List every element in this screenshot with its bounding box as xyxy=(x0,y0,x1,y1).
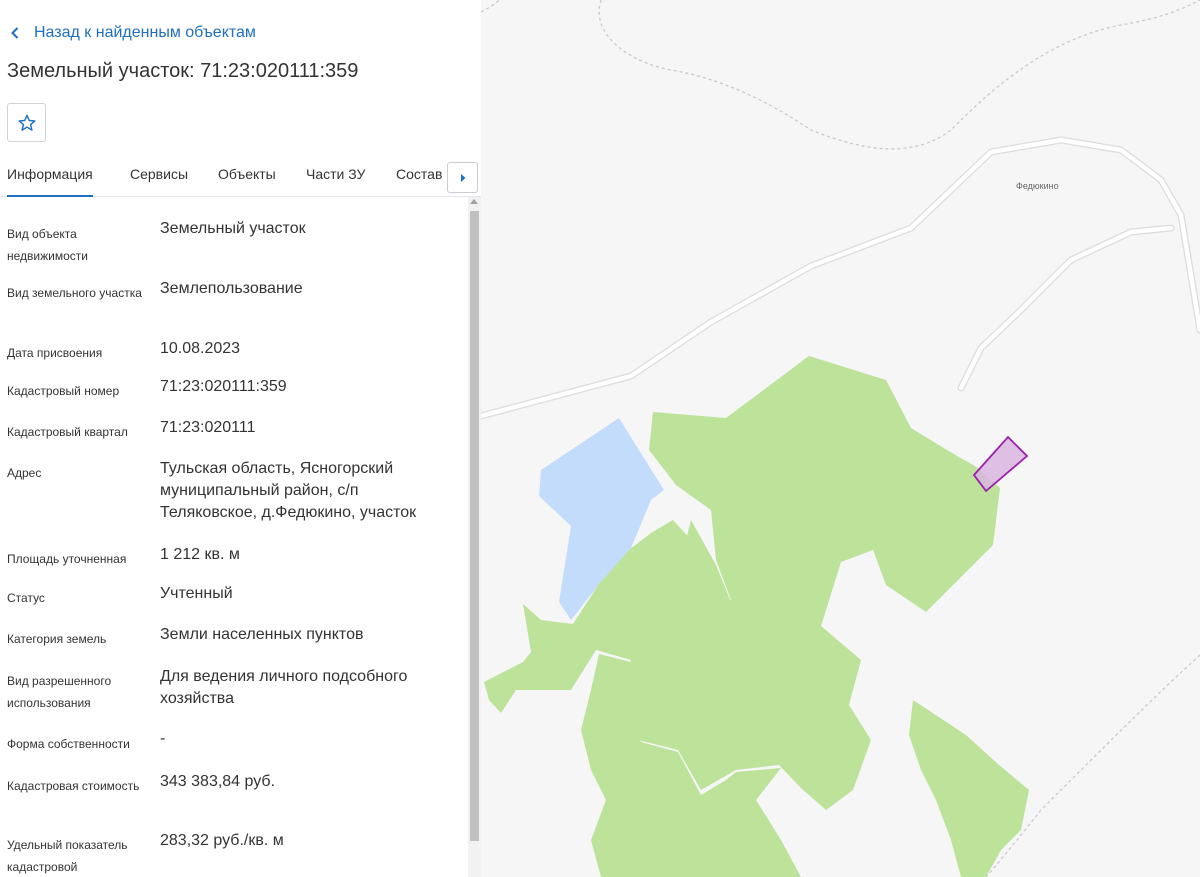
field-value: 283,32 руб./кв. м xyxy=(160,832,284,849)
page-title: Земельный участок: 71:23:020111:359 xyxy=(7,60,359,82)
place-label: Федюкино xyxy=(1016,181,1059,191)
field-value: Для ведения личного подсобного хозяйства xyxy=(160,668,408,707)
field-label: Адрес xyxy=(7,466,42,480)
scrollbar-thumb[interactable] xyxy=(470,211,479,841)
field-value: 71:23:020111 xyxy=(160,419,256,436)
field-value: - xyxy=(160,730,166,747)
field-label: Кадастровая стоимость xyxy=(7,779,140,793)
star-icon xyxy=(17,114,36,131)
info-panel: Назад к найденным объектам Земельный уча… xyxy=(0,0,481,877)
forest-area xyxy=(909,700,1029,877)
field-value: 1 212 кв. м xyxy=(160,546,240,563)
field-label: Кадастровый номер xyxy=(7,384,120,398)
tab-objects[interactable]: Объекты xyxy=(218,152,276,195)
field-value: Землепользование xyxy=(160,280,303,297)
field-value: 10.08.2023 xyxy=(160,340,241,357)
boundary-line xyxy=(985,654,1200,877)
tabs-bar: Информация Сервисы Объекты Части ЗУ Сост… xyxy=(0,152,481,197)
boundary-line xyxy=(481,0,500,13)
back-link-label: Назад к найденным объектам xyxy=(34,24,256,41)
field-label: Статус xyxy=(7,591,45,605)
tab-parcel-parts[interactable]: Части ЗУ xyxy=(306,152,365,195)
field-label: Площадь уточненная xyxy=(7,552,127,566)
field-label: Категория земель xyxy=(7,632,107,646)
scrollbar[interactable] xyxy=(468,197,481,877)
field-value: 71:23:020111:359 xyxy=(160,378,287,395)
map-canvas xyxy=(481,0,1200,877)
field-label: Удельный показатель кадастровой xyxy=(7,838,128,874)
field-value: Земли населенных пунктов xyxy=(160,626,364,643)
field-label: Вид земельного участка xyxy=(7,286,142,300)
field-value: Земельный участок xyxy=(160,220,306,237)
tab-services[interactable]: Сервисы xyxy=(130,152,188,195)
info-content: Вид объекта недвижимости Земельный участ… xyxy=(0,197,468,877)
boundary-line xyxy=(598,0,1200,150)
caret-right-icon xyxy=(460,173,465,182)
favorite-button[interactable] xyxy=(7,103,46,142)
field-label: Вид разрешенного использования xyxy=(7,674,112,710)
tab-composition[interactable]: Состав xyxy=(396,152,442,195)
field-value: 343 383,84 руб. xyxy=(160,773,276,790)
tabs-next-button[interactable] xyxy=(447,162,478,193)
field-label: Форма собственности xyxy=(7,737,130,751)
map-view[interactable]: Федюкино xyxy=(481,0,1200,877)
field-label: Дата присвоения xyxy=(7,346,103,360)
target-parcel xyxy=(972,435,1029,493)
field-value: Тульская область, Ясногорский муниципаль… xyxy=(160,460,417,521)
tab-information[interactable]: Информация xyxy=(7,152,93,197)
field-label: Вид объекта недвижимости xyxy=(7,227,88,263)
chevron-left-icon xyxy=(11,27,19,39)
field-label: Кадастровый квартал xyxy=(7,425,128,439)
scroll-up-arrow-icon[interactable] xyxy=(470,199,478,204)
field-value: Учтенный xyxy=(160,585,233,602)
back-link[interactable]: Назад к найденным объектам xyxy=(10,22,256,44)
